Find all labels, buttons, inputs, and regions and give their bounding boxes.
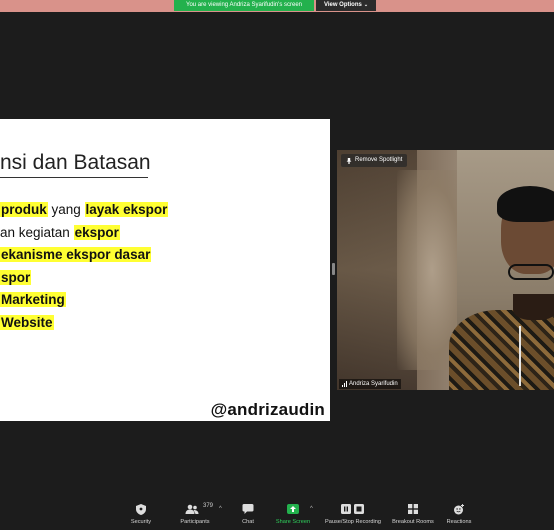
- title-underline: [0, 177, 148, 178]
- remove-spotlight-button[interactable]: Remove Spotlight: [341, 154, 408, 167]
- share-screen-label: Share Screen: [275, 519, 311, 525]
- meeting-toolbar: Security 379 Participants ^ Chat Share S…: [0, 496, 554, 530]
- pin-icon: [346, 157, 352, 164]
- reactions-icon: [454, 504, 464, 515]
- participants-icon: [185, 504, 199, 514]
- breakout-rooms-button[interactable]: Breakout Rooms: [388, 496, 438, 530]
- slide-title: nsi dan Batasan: [0, 151, 151, 174]
- participant-beard: [513, 294, 554, 320]
- highlighted-text: layak ekspor: [84, 202, 169, 217]
- slide-bullet-list: produk yang layak ekspor an kegiatan eksp…: [0, 200, 169, 336]
- participant-video[interactable]: Remove Spotlight Andriza Syarifudin: [337, 150, 554, 390]
- participant-hair: [497, 186, 554, 222]
- participant-glasses: [508, 264, 554, 280]
- participants-label: Participants: [180, 519, 210, 525]
- slide-bullet: ekanisme ekspor dasar: [0, 245, 168, 268]
- chat-label: Chat: [242, 519, 254, 525]
- recording-button[interactable]: Pause/Stop Recording: [320, 496, 386, 530]
- chevron-down-icon: ⌄: [363, 2, 369, 8]
- highlighted-text: Website: [0, 314, 54, 330]
- remove-spotlight-label: Remove Spotlight: [355, 157, 403, 163]
- viewing-screen-pill: You are viewing Andriza Syarifudin's scr…: [174, 0, 314, 11]
- slide-bullet: spor: [0, 268, 168, 291]
- shield-icon: [136, 504, 146, 515]
- breakout-rooms-label: Breakout Rooms: [392, 519, 434, 525]
- slide-watermark: @andrizaudin: [210, 400, 325, 419]
- participant-name-tag: Andriza Syarifudin: [339, 379, 401, 389]
- chat-icon: [242, 504, 254, 514]
- highlighted-text: produk: [0, 202, 48, 217]
- share-screen-icon: [287, 504, 299, 514]
- reactions-button[interactable]: Reactions: [442, 496, 476, 530]
- participants-count: 379: [203, 503, 214, 509]
- slide-bullet: produk yang layak ekspor: [0, 200, 169, 223]
- view-options-label: View Options: [323, 2, 362, 8]
- highlighted-text: Marketing: [0, 292, 66, 308]
- splitter-handle[interactable]: [332, 263, 335, 275]
- participant-name: Andriza Syarifudin: [349, 381, 398, 387]
- earphone-cable: [519, 326, 521, 386]
- recording-label: Pause/Stop Recording: [325, 519, 381, 525]
- highlighted-text: ekanisme ekspor dasar: [0, 247, 152, 263]
- reactions-label: Reactions: [446, 519, 472, 525]
- share-screen-button[interactable]: Share Screen: [272, 496, 314, 530]
- participants-button[interactable]: 379 Participants: [175, 496, 215, 530]
- pause-stop-icon: [341, 504, 364, 514]
- bullet-text: yang: [47, 202, 85, 217]
- participants-caret-icon[interactable]: ^: [219, 506, 222, 512]
- slide-bullet: Website: [0, 313, 168, 336]
- signal-strength-icon: [342, 381, 347, 387]
- slide-bullet: Marketing: [0, 290, 168, 313]
- highlighted-text: spor: [0, 269, 32, 285]
- chat-button[interactable]: Chat: [234, 496, 262, 530]
- highlighted-text: ekspor: [73, 224, 120, 240]
- view-options-button[interactable]: View Options ⌄: [316, 0, 376, 11]
- shared-screen-slide: nsi dan Batasan produk yang layak ekspor…: [0, 119, 330, 421]
- security-button[interactable]: Security: [125, 496, 157, 530]
- slide-bullet: an kegiatan ekspor: [0, 223, 168, 246]
- breakout-rooms-icon: [408, 504, 418, 514]
- participant-shirt: [449, 310, 554, 390]
- security-label: Security: [130, 519, 152, 525]
- share-screen-caret-icon[interactable]: ^: [310, 506, 313, 512]
- bullet-text: an kegiatan: [0, 224, 74, 240]
